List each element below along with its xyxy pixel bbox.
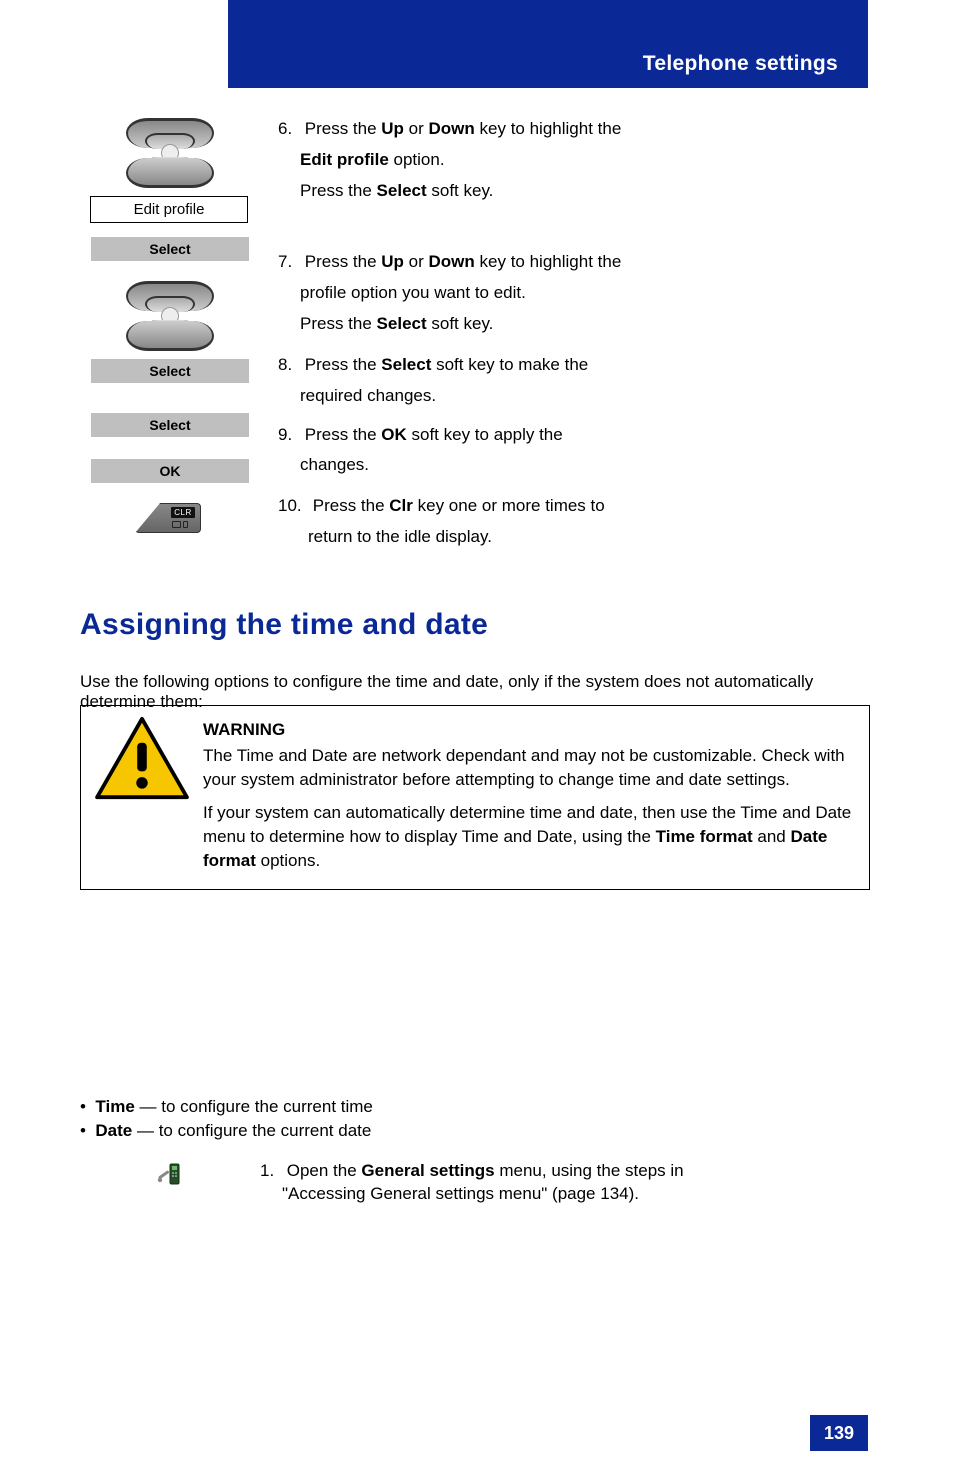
procedure-step-1: 1. Open the General settings menu, using…	[80, 1159, 870, 1207]
text: or	[404, 252, 429, 271]
ok-softkey[interactable]: OK	[91, 459, 249, 483]
text: Up	[381, 119, 404, 138]
text: Up	[381, 252, 404, 271]
step-number: 1.	[260, 1159, 282, 1183]
text: Press the	[305, 355, 382, 374]
warning-box: WARNING The Time and Date are network de…	[80, 705, 870, 890]
text: Open the	[287, 1161, 362, 1180]
step-number: 9.	[278, 424, 300, 447]
clr-key-label: CLR	[171, 507, 195, 518]
text: and	[757, 827, 785, 846]
text: .	[634, 1184, 639, 1203]
select-softkey-1[interactable]: Select	[91, 237, 249, 261]
text: Date	[95, 1121, 132, 1140]
section-heading: Assigning the time and date	[80, 608, 488, 642]
text: key one or more times to	[413, 496, 605, 515]
warning-icon-cell	[81, 706, 203, 889]
text: Press the	[313, 496, 390, 515]
edit-profile-option: Edit profile	[90, 196, 248, 223]
step-8: 8. Press the Select soft key to make the…	[278, 354, 848, 408]
right-instruction-column: 6. Press the Up or Down key to highlight…	[278, 118, 848, 567]
text: changes.	[278, 454, 848, 477]
text: soft key.	[427, 181, 494, 200]
text: — to configure the current date	[132, 1121, 371, 1140]
text: Time format	[651, 827, 757, 846]
text: key to highlight the	[475, 119, 621, 138]
clr-key-icon: CLR	[135, 503, 205, 535]
text: Edit profile	[300, 150, 389, 169]
select-softkey-3[interactable]: Select	[91, 413, 249, 437]
settings-icon	[80, 1159, 260, 1189]
warning-text: WARNING The Time and Date are network de…	[203, 706, 869, 889]
step-6: 6. Press the Up or Down key to highlight…	[278, 118, 848, 203]
text: required changes.	[278, 385, 848, 408]
text: Down	[429, 252, 475, 271]
text: or	[404, 119, 429, 138]
text: The Time and Date are network dependant …	[203, 744, 855, 792]
nav-key-icon	[126, 281, 214, 351]
text: Press the	[300, 181, 377, 200]
step-number: 8.	[278, 354, 300, 377]
header-band: Telephone settings	[228, 0, 868, 88]
text: Select	[377, 181, 427, 200]
step-number: 10.	[278, 495, 308, 518]
warning-title: WARNING	[203, 718, 855, 742]
text: soft key to make the	[431, 355, 588, 374]
text: key to highlight the	[475, 252, 621, 271]
step-7: 7. Press the Up or Down key to highlight…	[278, 251, 848, 336]
text: OK	[381, 425, 407, 444]
cross-reference-link[interactable]: "Accessing General settings menu" (page …	[282, 1184, 634, 1203]
step-9: 9. Press the OK soft key to apply the ch…	[278, 424, 848, 478]
text: General settings	[361, 1161, 494, 1180]
select-softkey-2[interactable]: Select	[91, 359, 249, 383]
text: Select	[381, 355, 431, 374]
text: soft key to apply the	[407, 425, 563, 444]
procedure-area: • Time — to configure the current time •…	[80, 1095, 870, 1206]
text: options.	[261, 851, 321, 870]
page-number: 139	[810, 1415, 868, 1451]
page-header-title: Telephone settings	[643, 52, 838, 76]
text: menu, using the steps in	[495, 1161, 684, 1180]
text: option.	[389, 150, 445, 169]
text: Down	[429, 119, 475, 138]
text: profile option you want to edit.	[278, 282, 848, 305]
step-number: 6.	[278, 118, 300, 141]
text: Select	[377, 314, 427, 333]
left-instruction-column: Edit profile Select Select Select OK CLR	[90, 118, 250, 535]
text: soft key.	[427, 314, 494, 333]
text: Press the	[305, 425, 382, 444]
text: Press the	[305, 252, 382, 271]
warning-icon	[94, 716, 190, 802]
text: Time	[95, 1097, 134, 1116]
nav-key-icon	[126, 118, 214, 188]
text: Press the	[300, 314, 377, 333]
text: Press the	[305, 119, 382, 138]
text: Clr	[389, 496, 413, 515]
text: return to the idle display.	[278, 526, 848, 549]
text: — to configure the current time	[135, 1097, 373, 1116]
step-10: 10. Press the Clr key one or more times …	[278, 495, 848, 549]
step-number: 7.	[278, 251, 300, 274]
